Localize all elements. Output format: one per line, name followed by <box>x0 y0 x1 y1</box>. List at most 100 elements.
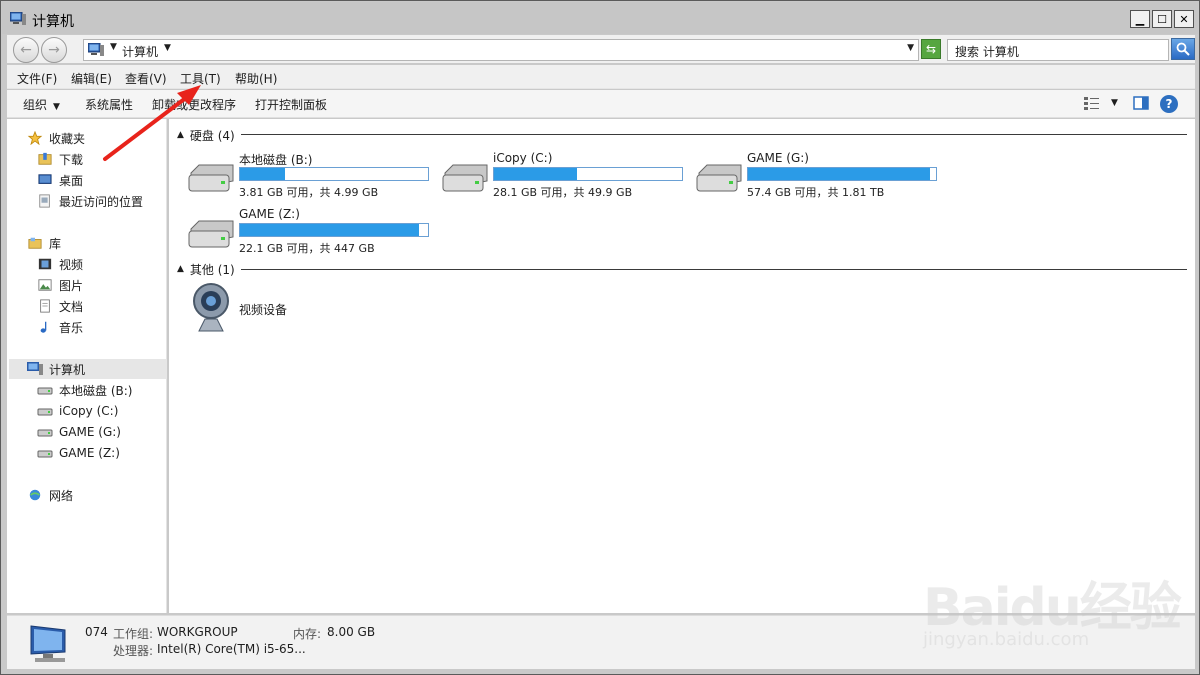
chevron-down-icon: ▼ <box>53 102 60 112</box>
drive-name: GAME (Z:) <box>239 207 300 221</box>
watermark-url: jingyan.baidu.com <box>923 629 1090 650</box>
menu-edit[interactable]: 编辑(E) <box>71 70 112 87</box>
hard-drive-icon <box>188 164 234 192</box>
nav-item-drive-z[interactable]: GAME (Z:) <box>37 443 120 463</box>
forward-arrow-icon: → <box>48 42 60 58</box>
group-divider <box>241 269 1187 270</box>
processor-label: 处理器: <box>113 644 154 658</box>
address-dropdown-icon[interactable]: ▼ <box>907 43 914 53</box>
maximize-icon: ☐ <box>1157 12 1167 26</box>
close-icon: ✕ <box>1179 12 1189 26</box>
open-control-panel-button[interactable]: 打开控制面板 <box>255 96 327 113</box>
drive-item-b[interactable]: 本地磁盘 (B:) 3.81 GB 可用，共 4.99 GB <box>187 151 429 199</box>
organize-label: 组织 <box>23 98 48 112</box>
view-icon <box>1084 97 1099 110</box>
nav-item-drive-g[interactable]: GAME (G:) <box>37 422 121 442</box>
library-icon <box>28 237 42 249</box>
drive-usage-fill <box>494 168 577 180</box>
minimize-button[interactable]: ▁ <box>1130 10 1150 28</box>
close-button[interactable]: ✕ <box>1174 10 1194 28</box>
drive-icon <box>37 450 53 458</box>
menu-help[interactable]: 帮助(H) <box>235 70 277 87</box>
nav-item-label: iCopy (C:) <box>59 404 119 418</box>
address-bar[interactable]: ▼ 计算机 ▼ ▼ <box>83 39 919 61</box>
breadcrumb-chevron-icon[interactable]: ▼ <box>110 42 117 52</box>
drive-usage-bar <box>747 167 937 181</box>
minimize-icon: ▁ <box>1135 12 1145 26</box>
nav-item-label: 文档 <box>59 299 84 314</box>
drive-item-c[interactable]: iCopy (C:) 28.1 GB 可用，共 49.9 GB <box>441 151 683 199</box>
memory-label: 内存: <box>293 627 322 641</box>
navigation-pane: 收藏夹 下载 桌面 最近访问的位置 库 视频 图片 文档 音乐 计算机 本地磁盘… <box>7 119 167 613</box>
nav-libraries[interactable]: 库 <box>27 233 61 253</box>
command-bar: 组织 ▼ 系统属性 卸载或更改程序 打开控制面板 ▼ ? <box>7 90 1195 118</box>
group-hard-disks-header[interactable]: ▲ 硬盘 (4) <box>177 127 235 143</box>
search-input[interactable]: 搜索 计算机 <box>947 39 1169 61</box>
organize-button[interactable]: 组织 ▼ <box>23 96 60 113</box>
address-row: ← → ▼ 计算机 ▼ ▼ ⇆ 搜索 计算机 <box>7 35 1195 63</box>
nav-item-label: GAME (G:) <box>59 425 121 439</box>
star-icon <box>27 131 43 145</box>
menu-file[interactable]: 文件(F) <box>17 70 57 87</box>
video-device-item[interactable]: 视频设备 <box>191 281 391 337</box>
title-bar[interactable]: 计算机 ▁ ☐ ✕ <box>2 2 1198 34</box>
search-button[interactable] <box>1171 38 1195 60</box>
nav-item-label: 桌面 <box>59 173 84 188</box>
nav-favorites-label: 收藏夹 <box>49 131 86 146</box>
window-controls: ▁ ☐ ✕ <box>1130 10 1194 28</box>
drive-space-info: 28.1 GB 可用，共 49.9 GB <box>493 186 633 199</box>
drive-usage-fill <box>240 224 419 236</box>
view-options-button[interactable]: ▼ <box>1083 95 1118 111</box>
group-other-header[interactable]: ▲ 其他 (1) <box>177 261 235 277</box>
preview-pane-icon <box>1133 96 1149 110</box>
nav-item-recent-places[interactable]: 最近访问的位置 <box>37 191 143 211</box>
back-button[interactable]: ← <box>13 37 39 63</box>
help-button[interactable]: ? <box>1160 95 1178 113</box>
nav-item-drive-b[interactable]: 本地磁盘 (B:) <box>37 380 132 400</box>
nav-network[interactable]: 网络 <box>27 485 73 505</box>
network-icon <box>29 489 41 501</box>
music-library-icon <box>40 321 47 333</box>
drive-icon <box>37 387 53 395</box>
nav-network-label: 网络 <box>49 488 74 503</box>
nav-libraries-label: 库 <box>49 236 62 251</box>
nav-item-desktop[interactable]: 桌面 <box>37 170 83 190</box>
baidu-watermark: Baidu经验 jingyan.baidu.com <box>911 541 1182 661</box>
nav-item-documents[interactable]: 文档 <box>37 296 83 316</box>
nav-item-downloads[interactable]: 下载 <box>37 149 83 169</box>
collapse-triangle-icon[interactable]: ▲ <box>177 130 184 140</box>
nav-favorites[interactable]: 收藏夹 <box>27 128 85 148</box>
system-properties-button[interactable]: 系统属性 <box>85 96 133 113</box>
drive-space-info: 3.81 GB 可用，共 4.99 GB <box>239 186 379 199</box>
drive-item-g[interactable]: GAME (G:) 57.4 GB 可用，共 1.81 TB <box>695 151 937 199</box>
drive-item-z[interactable]: GAME (Z:) 22.1 GB 可用，共 447 GB <box>187 207 429 255</box>
uninstall-program-button[interactable]: 卸载或更改程序 <box>152 96 236 113</box>
nav-computer[interactable]: 计算机 <box>27 359 85 379</box>
nav-item-music[interactable]: 音乐 <box>37 317 83 337</box>
back-arrow-icon: ← <box>20 42 32 58</box>
menu-view[interactable]: 查看(V) <box>125 70 167 87</box>
group-hard-disks-label: 硬盘 (4) <box>189 128 235 143</box>
forward-button[interactable]: → <box>41 37 67 63</box>
pictures-library-icon <box>38 279 52 291</box>
refresh-icon: ⇆ <box>925 42 937 56</box>
computer-icon <box>10 12 26 25</box>
nav-computer-label: 计算机 <box>49 362 86 377</box>
nav-item-drive-c[interactable]: iCopy (C:) <box>37 401 118 421</box>
breadcrumb-chevron-icon[interactable]: ▼ <box>164 43 171 53</box>
video-device-label: 视频设备 <box>239 303 288 317</box>
collapse-triangle-icon[interactable]: ▲ <box>177 264 184 274</box>
nav-item-label: 视频 <box>59 257 84 272</box>
workgroup-label: 工作组: <box>113 627 154 641</box>
desktop-icon <box>38 174 52 184</box>
menu-tools[interactable]: 工具(T) <box>180 70 221 87</box>
preview-pane-button[interactable] <box>1133 95 1149 111</box>
help-icon: ? <box>1160 95 1178 113</box>
nav-item-pictures[interactable]: 图片 <box>37 275 83 295</box>
maximize-button[interactable]: ☐ <box>1152 10 1172 28</box>
nav-item-videos[interactable]: 视频 <box>37 254 83 274</box>
computer-large-icon <box>30 625 66 662</box>
breadcrumb-computer[interactable]: 计算机 <box>122 43 158 60</box>
drive-usage-fill <box>240 168 286 180</box>
refresh-button[interactable]: ⇆ <box>921 39 941 59</box>
